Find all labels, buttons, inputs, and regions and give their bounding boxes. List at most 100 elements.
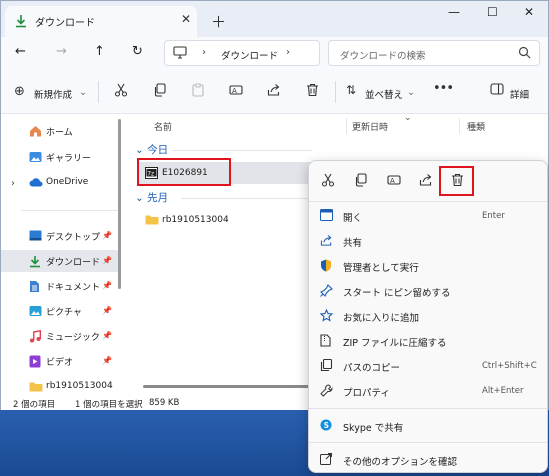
menu-item-copy-path[interactable]: パスのコピー Ctrl+Shift+C [309,354,547,378]
back-button[interactable]: ← [15,44,26,59]
menu-divider [309,442,547,443]
refresh-button[interactable]: ↻ [132,44,143,59]
breadcrumb-downloads[interactable]: ダウンロード [221,48,278,62]
menu-item-run-as-admin[interactable]: 管理者として実行 [309,254,547,278]
more-options-icon[interactable]: ••• [433,81,454,96]
group-label: 今日 [147,144,169,156]
close-window-button[interactable]: ✕ [524,5,534,19]
menu-item-properties[interactable]: プロパティ Alt+Enter [309,379,547,403]
sidebar-item-label: ギャラリー [46,154,92,164]
monitor-icon [173,46,187,62]
zip-icon [320,334,331,350]
close-tab-icon[interactable]: ✕ [181,12,191,26]
forward-button[interactable]: → [56,44,67,59]
up-button[interactable]: ↑ [94,44,105,59]
menu-item-compress-zip[interactable]: ZIP ファイルに圧縮する [309,329,547,353]
menu-item-skype-share[interactable]: S Skype で共有 [309,414,547,438]
minimize-button[interactable]: — [448,5,460,19]
sidebar-item-folder[interactable]: rb1910513004 [1,376,119,398]
menu-item-pin-to-start[interactable]: スタート にピン留めする [309,279,547,303]
group-header-last-month[interactable]: ⌄ 先月 [135,190,168,205]
sidebar-item-desktop[interactable]: デスクトップ 📌 [1,225,119,247]
toolbar-divider [335,81,336,103]
column-header-date[interactable]: 更新日時 [352,120,388,133]
breadcrumb-chevron-icon: › [202,47,206,58]
music-icon [29,329,41,346]
column-header-type[interactable]: 種類 [467,120,485,133]
menu-item-label: その他のオプションを確認 [343,457,458,468]
new-tab-button[interactable]: ＋ [211,11,226,32]
download-icon [14,14,28,31]
navigation-bar: ← → ↑ ↻ › ダウンロード › ダウンロードの検索 [1,37,548,69]
column-divider [459,118,460,134]
column-header-name[interactable]: 名前 [154,120,172,133]
search-box[interactable]: ダウンロードの検索 [328,40,540,66]
sort-button[interactable]: 並べ替え [365,87,403,101]
column-divider [346,118,347,134]
delete-icon[interactable] [306,83,319,100]
sort-chevron-icon: ⌄ [404,113,412,123]
status-selected: 1 個の項目を選択 [75,400,143,410]
sidebar-scrollbar[interactable] [118,119,121,289]
new-button[interactable]: 新規作成 [34,87,72,101]
share-icon[interactable] [267,83,281,100]
menu-item-label: パスのコピー [343,363,401,374]
sidebar-item-label: デスクトップ [46,233,101,243]
sidebar-item-music[interactable]: ミュージック 📌 [1,325,119,347]
pin-icon: 📌 [102,356,112,365]
sidebar-item-documents[interactable]: ドキュメント 📌 [1,275,119,297]
menu-item-label: 共有 [343,238,363,249]
menu-item-label: 開く [343,213,363,224]
star-icon [319,308,334,325]
group-header-today[interactable]: ⌄ 今日 [135,142,168,157]
menu-item-add-favorite[interactable]: お気に入りに追加 [309,304,547,328]
sort-icon[interactable]: ⇅ [346,83,356,97]
chevron-down-icon[interactable]: ⌄ [79,87,87,98]
rename-icon[interactable]: A [229,83,243,100]
sidebar-item-gallery[interactable]: ギャラリー [1,146,119,168]
cut-icon[interactable] [114,83,128,100]
details-pane-icon[interactable] [490,83,504,98]
menu-item-label: Skype で共有 [343,423,404,434]
copy-icon[interactable] [153,83,167,100]
cut-icon[interactable] [321,173,335,190]
sidebar-item-label: ビデオ [46,358,74,368]
horizontal-scrollbar[interactable] [143,385,313,388]
paste-icon[interactable] [191,83,205,100]
sidebar-item-label: ホーム [46,128,73,138]
menu-item-label: スタート にピン留めする [343,288,451,299]
sidebar-item-label: ピクチャ [46,308,82,318]
collapse-chevron-icon: ⌄ [135,144,148,156]
menu-item-open[interactable]: 開く Enter [309,204,547,228]
sidebar-item-label: ミュージック [46,333,100,343]
pin-icon: 📌 [102,281,112,290]
maximize-button[interactable]: ☐ [487,5,498,19]
sidebar-item-label: rb1910513004 [46,381,113,391]
external-icon [320,453,332,468]
sidebar-item-onedrive[interactable]: OneDrive [1,172,119,194]
sidebar-item-downloads[interactable]: ダウンロード 📌 [1,250,119,272]
menu-item-share[interactable]: 共有 [309,229,547,253]
video-icon [29,355,41,371]
command-bar: ⊕ 新規作成 ⌄ A ⇅ 並べ替え ⌄ ••• 詳細 [1,69,548,114]
pin-icon: 📌 [102,231,112,240]
rename-icon[interactable]: A [387,173,401,190]
share-icon[interactable] [419,173,433,190]
address-bar[interactable]: › ダウンロード › [164,40,320,66]
skype-icon: S [320,419,332,434]
picture-icon [29,305,42,320]
sidebar-item-label: OneDrive [46,177,89,187]
details-button[interactable]: 詳細 [510,87,529,101]
tab-downloads[interactable]: ダウンロード ✕ [5,6,197,37]
group-divider [172,150,312,151]
tab-strip: ダウンロード ✕ ＋ — ☐ ✕ [1,1,548,37]
copy-icon[interactable] [354,173,368,190]
copy-path-icon [320,358,333,375]
sidebar-item-home[interactable]: ホーム [1,120,119,142]
svg-text:A: A [390,177,395,185]
sidebar-item-videos[interactable]: ビデオ 📌 [1,350,119,372]
sidebar-item-pictures[interactable]: ピクチャ 📌 [1,300,119,322]
menu-item-more-options[interactable]: その他のオプションを確認 [309,448,547,472]
new-plus-icon[interactable]: ⊕ [14,84,25,99]
chevron-down-icon[interactable]: ⌄ [407,87,415,98]
